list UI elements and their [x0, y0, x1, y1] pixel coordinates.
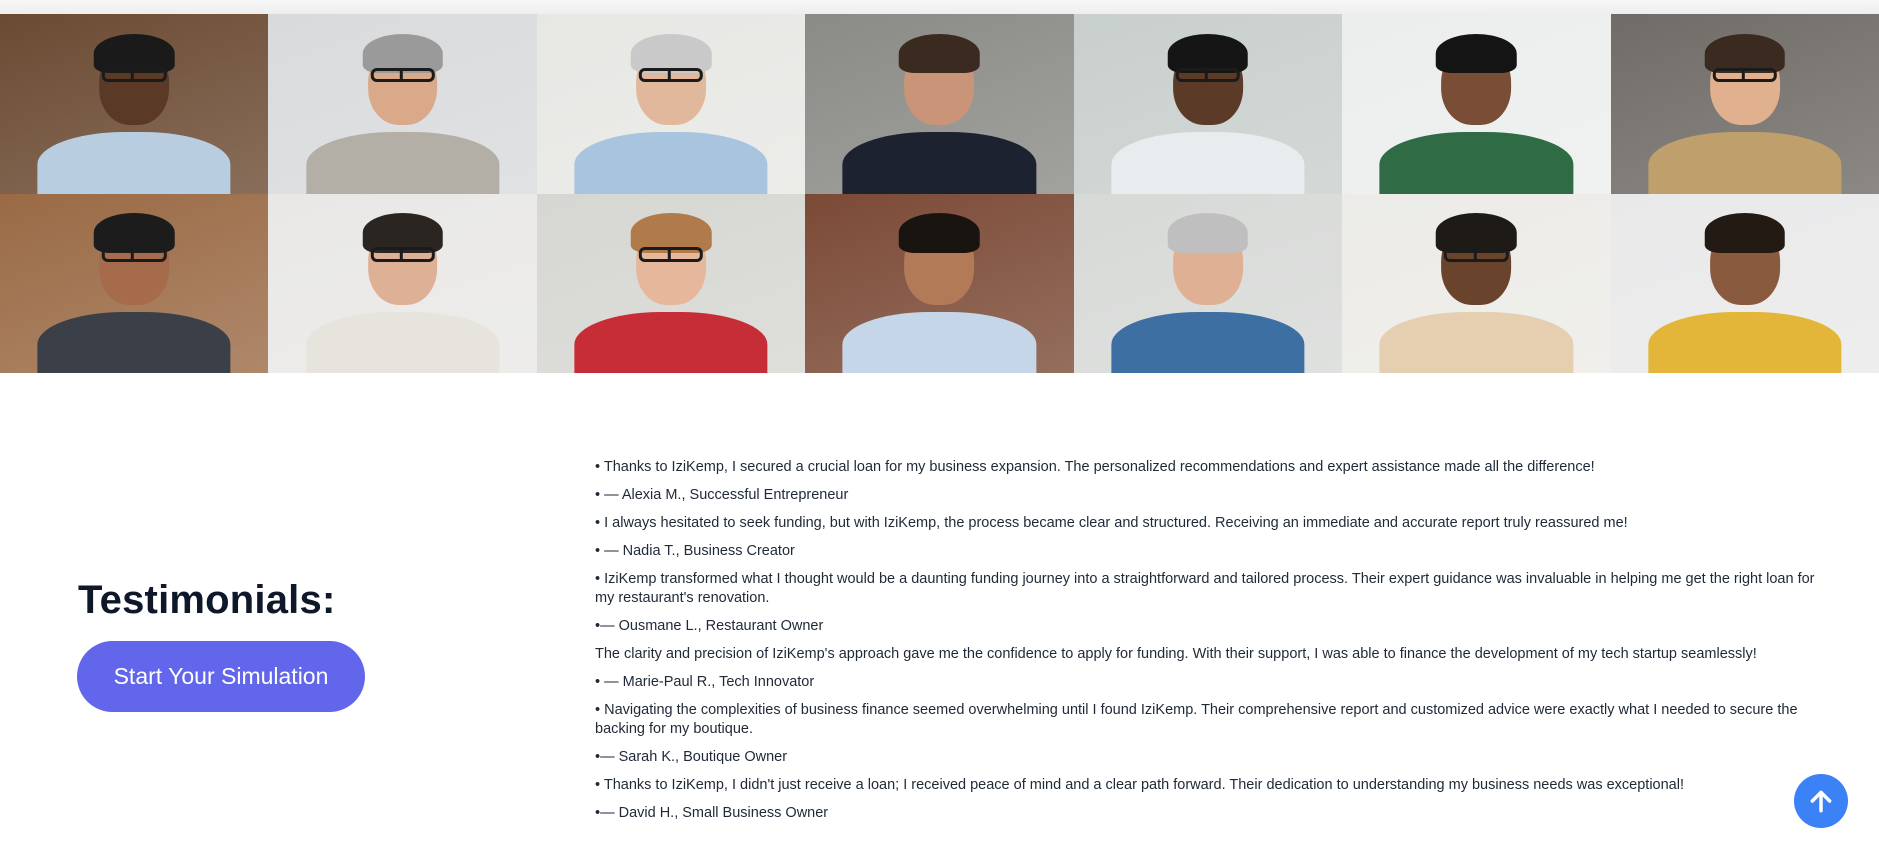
portrait-shirt: [306, 311, 500, 373]
portrait-photo: [805, 14, 1074, 194]
portrait-hair: [1704, 213, 1786, 253]
portrait-photo: [805, 193, 1074, 373]
portrait-hair: [1167, 213, 1249, 253]
portrait-shirt: [1648, 311, 1842, 373]
portrait-shirt: [574, 132, 768, 194]
portrait-photo: [268, 14, 537, 194]
glasses-icon: [638, 247, 704, 262]
testimonial-line: •— Ousmane L., Restaurant Owner: [595, 618, 824, 634]
arrow-up-icon: [1810, 790, 1832, 813]
glasses-icon: [102, 67, 167, 83]
testimonial-line: •— David H., Small Business Owner: [595, 805, 829, 821]
testimonial-line: • — Alexia M., Successful Entrepreneur: [595, 487, 849, 503]
portrait-hair: [899, 33, 980, 74]
portrait-shirt: [842, 132, 1037, 194]
portrait-shirt: [1111, 311, 1305, 373]
testimonial-line: •— Sarah K., Boutique Owner: [595, 749, 788, 765]
portrait-hair: [899, 213, 980, 253]
portrait-photo: [1610, 193, 1879, 373]
testimonial-line: The clarity and precision of IziKemp's a…: [595, 646, 1757, 662]
scroll-to-top-button[interactable]: [1794, 774, 1848, 828]
portrait-photo: [0, 14, 269, 194]
team-photo-collage: [0, 14, 1879, 373]
portrait-shirt: [1648, 132, 1842, 194]
section-title: Testimonials:: [78, 578, 336, 622]
portrait-shirt: [842, 311, 1037, 373]
testimonial-line: • I always hesitated to seek funding, bu…: [595, 515, 1628, 531]
testimonial-line: • — Nadia T., Business Creator: [595, 543, 795, 559]
portrait-shirt: [37, 132, 231, 194]
glasses-icon: [102, 247, 167, 262]
testimonial-line: • Navigating the complexities of busines…: [595, 702, 1798, 737]
portrait-shirt: [37, 311, 231, 373]
glasses-icon: [370, 247, 435, 262]
portrait-photo: [536, 14, 806, 194]
testimonial-line: • — Marie-Paul R., Tech Innovator: [595, 674, 815, 690]
glasses-icon: [638, 67, 704, 83]
glasses-icon: [370, 67, 435, 83]
portrait-photo: [1342, 193, 1611, 373]
start-simulation-button[interactable]: Start Your Simulation: [77, 641, 365, 712]
portrait-photo: [1073, 14, 1343, 194]
glasses-icon: [1712, 67, 1777, 83]
portrait-photo: [536, 193, 806, 373]
portrait-shirt: [306, 132, 500, 194]
glasses-icon: [1175, 67, 1241, 83]
portrait-shirt: [1379, 311, 1573, 373]
portrait-shirt: [574, 311, 768, 373]
portrait-hair: [1436, 33, 1517, 74]
portrait-photo: [0, 193, 269, 373]
portrait-photo: [268, 193, 537, 373]
testimonial-line: • Thanks to IziKemp, I secured a crucial…: [595, 459, 1595, 475]
portrait-photo: [1610, 14, 1879, 194]
portrait-photo: [1342, 14, 1611, 194]
top-strip: [0, 0, 1879, 14]
testimonials-list: • Thanks to IziKemp, I secured a crucial…: [595, 458, 1815, 832]
testimonial-line: • Thanks to IziKemp, I didn't just recei…: [595, 777, 1684, 793]
testimonial-line: • IziKemp transformed what I thought wou…: [595, 571, 1815, 606]
portrait-shirt: [1379, 132, 1573, 194]
portrait-photo: [1073, 193, 1343, 373]
glasses-icon: [1444, 247, 1509, 262]
portrait-shirt: [1111, 132, 1305, 194]
